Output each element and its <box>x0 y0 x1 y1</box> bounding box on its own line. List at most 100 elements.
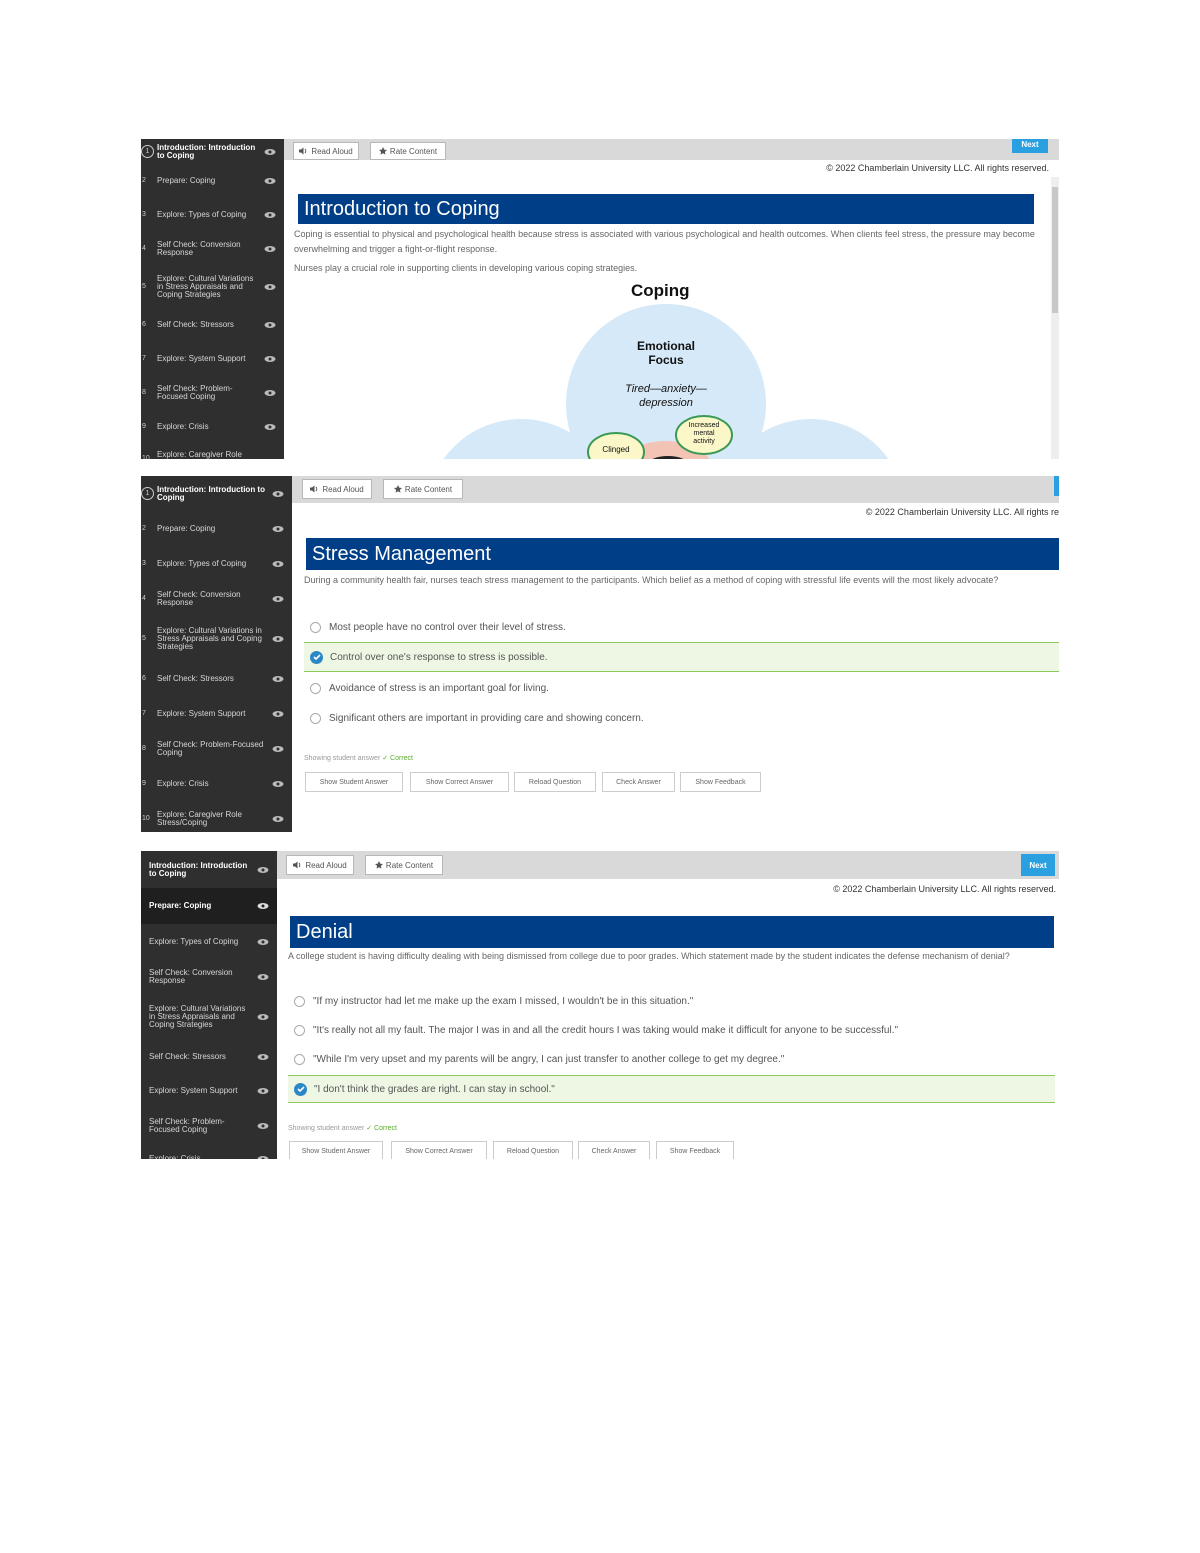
reload-question-button[interactable]: Reload Question <box>514 772 596 792</box>
radio-icon[interactable] <box>294 1024 305 1036</box>
answer-option[interactable]: "If my instructor had let me make up the… <box>288 992 1055 1010</box>
option-label: Control over one's response to stress is… <box>330 651 548 663</box>
sidebar-item-label: Explore: Types of Coping <box>157 210 247 219</box>
sidebar-item-caregiver[interactable]: 10 Explore: Caregiver Role Stress/Coping <box>141 444 284 460</box>
sidebar-item-conversion[interactable]: 4 Self Check: Conversion Response <box>141 232 284 266</box>
sidebar-item-types[interactable]: 3 Explore: Types of Coping <box>141 546 292 581</box>
sidebar-item-system-support[interactable]: Explore: System Support <box>141 1074 277 1108</box>
check-circle-icon[interactable] <box>310 650 323 664</box>
show-feedback-button[interactable]: Show Feedback <box>656 1141 734 1159</box>
next-button[interactable]: Next <box>1012 139 1048 153</box>
sidebar-item-label: Self Check: Problem-Focused Coping <box>157 384 233 401</box>
sidebar-item-cultural[interactable]: 5 Explore: Cultural Variations in Stress… <box>141 616 292 661</box>
next-button[interactable]: Next <box>1021 854 1055 876</box>
show-correct-answer-button[interactable]: Show Correct Answer <box>410 772 509 792</box>
scrollbar-thumb[interactable] <box>1052 187 1058 313</box>
sidebar-item-conversion[interactable]: 4 Self Check: Conversion Response <box>141 581 292 616</box>
read-aloud-button[interactable]: Read Aloud <box>302 479 372 499</box>
sidebar-item-intro[interactable]: Introduction: Introduction to Coping <box>141 851 277 888</box>
sidebar-item-label: Explore: Cultural Variations in Stress A… <box>157 625 262 651</box>
show-student-answer-button[interactable]: Show Student Answer <box>305 772 403 792</box>
toolbar: Read Aloud Rate Content <box>292 476 1059 503</box>
show-student-answer-button[interactable]: Show Student Answer <box>289 1141 383 1159</box>
focus-label: Focus <box>648 353 684 367</box>
sidebar-item-stressors[interactable]: 6 Self Check: Stressors <box>141 661 292 696</box>
rate-content-button[interactable]: Rate Content <box>365 855 443 875</box>
answer-status: Showing student answer ✓ Correct <box>288 1124 397 1132</box>
depression-label: depression <box>639 397 693 409</box>
step-number: 2 <box>142 524 146 532</box>
sidebar-item-prepare[interactable]: 2 Prepare: Coping <box>141 511 292 546</box>
sidebar-item-types[interactable]: 3 Explore: Types of Coping <box>141 198 284 232</box>
check-circle-icon[interactable] <box>294 1082 307 1096</box>
step-number: 10 <box>142 815 150 822</box>
speaker-icon <box>293 861 301 869</box>
radio-icon[interactable] <box>310 621 321 633</box>
emotional-focus-sub: Tired—anxiety— depression <box>606 382 726 410</box>
eye-icon <box>272 710 284 717</box>
read-aloud-button[interactable]: Read Aloud <box>286 855 354 875</box>
answer-option[interactable]: "While I'm very upset and my parents wil… <box>288 1050 1055 1068</box>
sidebar-item-crisis[interactable]: 9 Explore: Crisis <box>141 766 292 801</box>
next-label: Next <box>1021 139 1039 149</box>
show-feedback-button[interactable]: Show Feedback <box>680 772 761 792</box>
sidebar-item-cultural[interactable]: Explore: Cultural Variations in Stress A… <box>141 994 277 1039</box>
next-button[interactable] <box>1054 476 1059 496</box>
sidebar-item-intro[interactable]: 1 Introduction: Introduction to Coping <box>141 139 284 164</box>
toolbar: Read Aloud Rate Content Next <box>277 851 1059 879</box>
radio-icon[interactable] <box>310 682 321 694</box>
sidebar-item-system-support[interactable]: 7 Explore: System Support <box>141 342 284 376</box>
sidebar-item-prepare[interactable]: Prepare: Coping <box>141 888 277 924</box>
eye-icon <box>272 490 284 497</box>
reload-question-button[interactable]: Reload Question <box>493 1141 573 1159</box>
sidebar-item-crisis[interactable]: 9 Explore: Crisis <box>141 410 284 444</box>
sidebar-item-conversion[interactable]: Self Check: Conversion Response <box>141 959 277 994</box>
status-correct: ✓ Correct <box>382 755 413 762</box>
content-scrollbar[interactable] <box>1051 177 1059 459</box>
sidebar-item-problem-focused[interactable]: 8 Self Check: Problem-Focused Coping <box>141 731 292 766</box>
answer-option-correct[interactable]: Control over one's response to stress is… <box>304 642 1059 672</box>
check-answer-button[interactable]: Check Answer <box>578 1141 650 1159</box>
sidebar-item-types[interactable]: Explore: Types of Coping <box>141 924 277 959</box>
sidebar-item-caregiver[interactable]: 10 Explore: Caregiver Role Stress/Coping <box>141 801 292 832</box>
answer-status: Showing student answer ✓ Correct <box>304 754 413 762</box>
show-correct-answer-button[interactable]: Show Correct Answer <box>391 1141 487 1159</box>
sidebar-item-stressors[interactable]: 6 Self Check: Stressors <box>141 308 284 342</box>
next-label: Next <box>1029 860 1047 870</box>
sidebar-item-label: Explore: Caregiver Role Stress/Coping <box>157 810 242 827</box>
sidebar-item-label: Explore: Crisis <box>157 778 209 788</box>
sidebar-item-problem-focused[interactable]: Self Check: Problem-Focused Coping <box>141 1108 277 1144</box>
copyright-text: © 2022 Chamberlain University LLC. All r… <box>826 163 1049 173</box>
rate-content-label: Rate Content <box>389 146 438 156</box>
answer-option[interactable]: Avoidance of stress is an important goal… <box>304 679 1059 697</box>
sidebar-item-stressors[interactable]: Self Check: Stressors <box>141 1039 277 1074</box>
rate-content-button[interactable]: Rate Content <box>370 142 446 160</box>
rate-content-button[interactable]: Rate Content <box>383 479 463 499</box>
step-number: 9 <box>142 779 146 787</box>
eye-icon <box>264 356 276 362</box>
answer-option-correct[interactable]: "I don't think the grades are right. I c… <box>288 1075 1055 1103</box>
sidebar-item-cultural[interactable]: 5 Explore: Cultural Variations in Stress… <box>141 266 284 308</box>
check-answer-button[interactable]: Check Answer <box>602 772 675 792</box>
question-text: A college student is having difficulty d… <box>288 951 1010 961</box>
read-aloud-button[interactable]: Read Aloud <box>293 142 359 160</box>
eye-icon <box>272 525 284 532</box>
sidebar: Introduction: Introduction to Coping Pre… <box>141 851 277 1159</box>
answer-option[interactable]: "It's really not all my fault. The major… <box>288 1021 1055 1039</box>
step-number: 4 <box>142 245 146 252</box>
copyright-text: © 2022 Chamberlain University LLC. All r… <box>865 507 1059 517</box>
radio-icon[interactable] <box>294 1053 305 1065</box>
sidebar-item-crisis[interactable]: Explore: Crisis <box>141 1144 277 1159</box>
radio-icon[interactable] <box>310 712 321 724</box>
sidebar-item-intro[interactable]: 1 Introduction: Introduction to Coping <box>141 476 292 511</box>
radio-icon[interactable] <box>294 995 305 1007</box>
sidebar-item-system-support[interactable]: 7 Explore: System Support <box>141 696 292 731</box>
sidebar-item-problem-focused[interactable]: 8 Self Check: Problem-Focused Coping <box>141 376 284 410</box>
intro-paragraph-2: Nurses play a crucial role in supporting… <box>294 263 638 273</box>
answer-option[interactable]: Most people have no control over their l… <box>304 618 1059 636</box>
answer-option[interactable]: Significant others are important in prov… <box>304 709 1059 727</box>
sidebar-item-prepare[interactable]: 2 Prepare: Coping <box>141 164 284 198</box>
sidebar-item-label: Introduction: Introduction to Coping <box>149 860 248 878</box>
eye-icon <box>257 973 269 980</box>
step-number: 2 <box>142 177 146 184</box>
